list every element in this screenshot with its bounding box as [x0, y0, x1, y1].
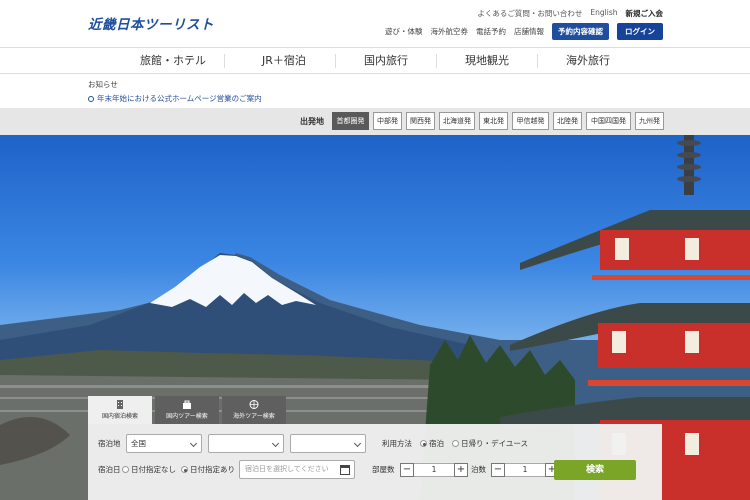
usage-label: 利用方法 [382, 439, 412, 448]
store-info-link[interactable]: 店舗情報 [514, 26, 544, 37]
usage-option-label: 日帰り・デイユース [461, 439, 528, 448]
radio-icon [420, 440, 427, 447]
tab-label: 国内宿泊検索 [101, 413, 138, 420]
reservation-check-button[interactable]: 予約内容確認 [552, 23, 609, 40]
notice-link-text[interactable]: 年末年始における公式ホームページ営業のご案内 [97, 93, 262, 104]
nav-item-hotels[interactable]: 旅館・ホテル [123, 48, 223, 73]
site-logo[interactable]: 近畿日本ツーリスト [88, 13, 214, 33]
date-placeholder: 宿泊日を選択してください [245, 465, 329, 473]
nav-item-jr-stay[interactable]: JR＋宿泊 [234, 48, 334, 73]
departure-option-chubu[interactable]: 中部発 [373, 112, 402, 130]
building-icon [117, 400, 123, 409]
login-button[interactable]: ログイン [617, 23, 663, 40]
date-option-label: 日付指定あり [190, 465, 235, 474]
departure-option-hokuriku[interactable]: 北陸発 [553, 112, 582, 130]
utility-links-top: よくあるご質問・お問い合わせ English 新規ご入会 [477, 8, 663, 19]
chevron-down-icon [353, 439, 362, 448]
departure-option-shutoken[interactable]: 首都圏発 [332, 112, 369, 130]
global-nav: 旅館・ホテル JR＋宿泊 国内旅行 現地観光 海外旅行 [0, 47, 750, 74]
notice-section: お知らせ 年末年始における公式ホームページ営業のご案内 [88, 79, 262, 104]
departure-option-kansai[interactable]: 関西発 [406, 112, 435, 130]
usage-option-label: 宿泊 [429, 439, 444, 448]
departure-option-hokkaido[interactable]: 北海道発 [439, 112, 475, 130]
tab-label: 国内ツアー検索 [166, 413, 208, 420]
nav-item-overseas[interactable]: 海外旅行 [538, 48, 638, 73]
rooms-stepper: − 1 + [400, 462, 468, 477]
departure-bar: 出発地 首都圏発 中部発 関西発 北海道発 東北発 甲信越発 北陸発 中国四国発… [0, 108, 750, 135]
nights-value[interactable]: 1 [505, 462, 545, 477]
rooms-label: 部屋数 [372, 465, 395, 474]
nights-minus-button[interactable]: − [491, 462, 505, 477]
rooms-minus-button[interactable]: − [400, 462, 414, 477]
notice-link[interactable]: 年末年始における公式ホームページ営業のご案内 [88, 93, 262, 104]
chevron-down-icon [271, 439, 280, 448]
tab-domestic-stay-search[interactable]: 国内宿泊検索 [88, 396, 152, 424]
search-panel: 宿泊地 全国 利用方法 宿泊 日帰り・デイユース 宿泊日 日付指定なし 日付指定… [88, 424, 662, 500]
phone-booking-link[interactable]: 電話予約 [476, 26, 506, 37]
nights-label: 泊数 [471, 465, 486, 474]
faq-link[interactable]: よくあるご質問・お問い合わせ [477, 8, 582, 19]
destination-row: 宿泊地 全国 利用方法 宿泊 日帰り・デイユース [98, 434, 528, 453]
usage-option-stay[interactable]: 宿泊 [420, 438, 444, 449]
date-option-none[interactable]: 日付指定なし [122, 464, 176, 475]
subarea-select[interactable] [290, 434, 366, 453]
radio-icon [452, 440, 459, 447]
date-label: 宿泊日 [98, 465, 121, 474]
departure-option-kyushu[interactable]: 九州発 [635, 112, 664, 130]
nav-item-local-tours[interactable]: 現地観光 [437, 48, 537, 73]
date-option-label: 日付指定なし [131, 465, 176, 474]
radio-icon [122, 466, 129, 473]
date-option-specified[interactable]: 日付指定あり [181, 464, 235, 475]
air-tickets-link[interactable]: 海外航空券 [431, 26, 469, 37]
radio-icon [181, 466, 188, 473]
area-select[interactable] [208, 434, 284, 453]
activities-link[interactable]: 遊び・体験 [385, 26, 423, 37]
tab-overseas-tour-search[interactable]: 海外ツアー検索 [222, 396, 286, 424]
date-row: 宿泊日 日付指定なし 日付指定あり 宿泊日を選択してください 部屋数 − 1 +… [98, 460, 559, 479]
nav-item-domestic[interactable]: 国内旅行 [336, 48, 436, 73]
search-button[interactable]: 検索 [554, 460, 636, 480]
destination-value: 全国 [131, 439, 146, 448]
english-link[interactable]: English [590, 8, 617, 19]
globe-icon [249, 400, 259, 409]
rooms-value[interactable]: 1 [414, 462, 454, 477]
destination-select[interactable]: 全国 [126, 434, 202, 453]
rooms-plus-button[interactable]: + [454, 462, 468, 477]
departure-option-chugoku-shikoku[interactable]: 中国四国発 [586, 112, 631, 130]
nights-stepper: − 1 + [491, 462, 559, 477]
site-header: 近畿日本ツーリスト よくあるご質問・お問い合わせ English 新規ご入会 遊… [0, 0, 750, 47]
departure-option-koshinetsu[interactable]: 甲信越発 [512, 112, 549, 130]
notice-title: お知らせ [88, 80, 118, 89]
departure-option-tohoku[interactable]: 東北発 [479, 112, 508, 130]
chevron-down-icon [189, 439, 198, 448]
nav-divider [224, 54, 225, 68]
calendar-icon[interactable] [340, 465, 350, 475]
destination-label: 宿泊地 [98, 439, 121, 448]
utility-links-bottom: 遊び・体験 海外航空券 電話予約 店舗情報 予約内容確認 ログイン [385, 23, 663, 40]
bag-icon [183, 400, 191, 409]
usage-option-dayuse[interactable]: 日帰り・デイユース [452, 438, 528, 449]
bullet-circle-icon [88, 95, 94, 102]
date-input[interactable]: 宿泊日を選択してください [239, 460, 355, 479]
tab-label: 海外ツアー検索 [233, 413, 275, 420]
departure-label: 出発地 [300, 117, 324, 126]
tab-domestic-tour-search[interactable]: 国内ツアー検索 [155, 396, 219, 424]
signup-link[interactable]: 新規ご入会 [626, 8, 664, 19]
